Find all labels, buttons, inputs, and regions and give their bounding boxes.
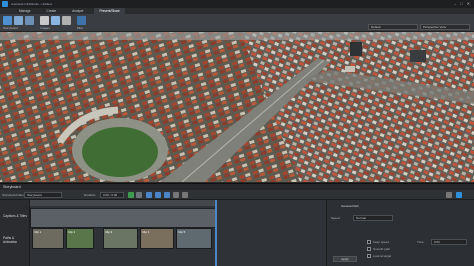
style-select[interactable]: Default [368,24,418,30]
storyboard-panel-header: Storyboard [0,183,474,190]
paths-track-row[interactable]: Clip 1 Clip 2 Clip 3 Clip 4 Clip 5 [30,228,216,250]
thumbnail-clip[interactable]: Clip 4 [140,228,174,249]
snapshot-button[interactable] [40,16,49,25]
app-window: Autodesk InfraWorks - Untitled – □ ✕ Man… [0,0,474,266]
duration-label: Duration: [84,193,97,197]
speed-select[interactable]: Normal [353,215,393,221]
ribbon-group-misc: Misc [77,26,84,30]
add-title-icon[interactable] [155,192,161,198]
track-labels: Captions & Titles Paths & Animation [0,200,30,266]
city-3d-view [0,32,474,182]
share-button[interactable] [77,16,86,25]
thumbnail-clip[interactable]: Clip 2 [66,228,94,249]
caption-clip[interactable] [30,208,216,228]
option-label: Smooth path [373,247,391,251]
option-label: Look at target [373,254,392,258]
storyboard-title: Storyboard [3,185,21,189]
close-icon[interactable]: ✕ [467,0,470,8]
timeline-playhead[interactable] [215,200,217,266]
export-video-button[interactable] [62,16,71,25]
stop-icon[interactable] [136,192,142,198]
thumbnail-clip[interactable]: Clip 1 [32,228,64,249]
option-checkbox[interactable] [367,254,371,258]
duration-field[interactable]: 0:00 / 0:00 [100,192,124,198]
add-camera-icon[interactable] [146,192,152,198]
close-panel-icon[interactable] [456,192,462,198]
maximize-icon[interactable]: □ [460,0,462,8]
option-checkbox[interactable] [367,240,371,244]
delete-icon[interactable] [173,192,179,198]
settings-icon[interactable] [182,192,188,198]
time-field[interactable]: 0:00 [431,239,467,245]
ribbon-panel: Storyboard Images Misc Default Perspecti… [0,14,474,32]
open-storyboard-button[interactable] [25,16,34,25]
option-checkbox[interactable] [367,247,371,251]
title-bar: Autodesk InfraWorks - Untitled – □ ✕ [0,0,474,8]
track-label-paths: Paths & Animation [3,236,18,244]
thumbnail-clip[interactable]: Clip 5 [176,228,212,249]
window-controls: – □ ✕ [454,0,470,8]
pin-icon[interactable] [446,192,452,198]
view-select[interactable]: Perspective View [420,24,470,30]
add-caption-icon[interactable] [164,192,170,198]
storyboard-name-select[interactable]: Storyboard [24,192,62,198]
thumbnail-clip[interactable]: Clip 3 [103,228,138,249]
storyboard-timeline[interactable]: Clip 1 Clip 2 Clip 3 Clip 4 Clip 5 [30,200,326,266]
minimize-icon[interactable]: – [454,0,456,8]
apply-button[interactable]: Apply [333,256,357,262]
ribbon-group-storyboard: Storyboard [3,26,18,30]
model-viewport[interactable] [0,32,474,182]
timeline-ruler[interactable] [30,200,216,206]
storyboard-name-label: Storyboard Name: [2,193,27,197]
speed-label: Speed [331,216,340,220]
storyboard-toolbar: Storyboard Name: Storyboard Duration: 0:… [0,190,474,200]
render-button[interactable] [51,16,60,25]
track-label-captions: Captions & Titles [3,214,27,218]
clip-properties-panel: Camera Path Speed Normal Keep speed Smoo… [326,200,474,266]
new-storyboard-button[interactable] [14,16,23,25]
time-label: Time [417,240,424,244]
window-title: Autodesk InfraWorks - Untitled [11,2,52,6]
properties-heading: Camera Path [341,204,359,208]
storyboard-button[interactable] [3,16,12,25]
app-logo-icon [2,1,8,7]
ribbon-group-images: Images [40,26,50,30]
play-icon[interactable] [128,192,134,198]
captions-track-row[interactable] [30,207,216,229]
option-label: Keep speed [373,240,390,244]
